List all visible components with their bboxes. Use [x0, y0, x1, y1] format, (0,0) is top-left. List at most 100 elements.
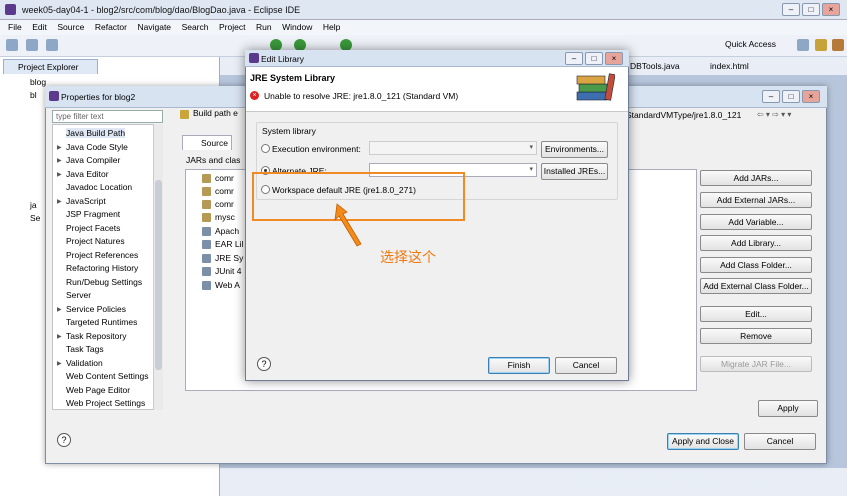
- migrate-jar-button[interactable]: Migrate JAR File...: [700, 356, 812, 372]
- filter-input[interactable]: type filter text: [52, 110, 163, 123]
- tree-item[interactable]: Task Tags: [66, 344, 104, 354]
- list-item[interactable]: JUnit 4: [202, 266, 241, 277]
- tree-item[interactable]: Web Project Settings: [66, 398, 145, 408]
- list-item[interactable]: comr: [202, 173, 234, 184]
- add-external-class-folder-button[interactable]: Add External Class Folder...: [700, 278, 812, 294]
- tree-item[interactable]: Refactoring History: [66, 263, 138, 273]
- add-library-button[interactable]: Add Library...: [700, 235, 812, 251]
- perspective-icon[interactable]: [797, 39, 809, 51]
- menu-window[interactable]: Window: [282, 22, 312, 32]
- expand-arrow-icon[interactable]: ▶: [57, 171, 62, 178]
- list-item[interactable]: EAR Lil: [202, 239, 243, 250]
- print-icon[interactable]: [46, 39, 58, 51]
- cancel-button[interactable]: Cancel: [555, 357, 617, 374]
- tree-item[interactable]: Project Natures: [66, 236, 125, 246]
- menu-run[interactable]: Run: [256, 22, 272, 32]
- tree-item[interactable]: Project References: [66, 250, 138, 260]
- eclipse-icon: [5, 4, 16, 15]
- tree-item[interactable]: Targeted Runtimes: [66, 317, 137, 327]
- tree-item[interactable]: Project Facets: [66, 223, 120, 233]
- add-variable-button[interactable]: Add Variable...: [700, 214, 812, 230]
- java-perspective-icon[interactable]: [832, 39, 844, 51]
- close-button[interactable]: ×: [822, 3, 840, 16]
- project-item[interactable]: Se: [30, 213, 40, 223]
- tree-item[interactable]: Web Content Settings: [66, 371, 149, 381]
- editor-tab[interactable]: index.html: [710, 61, 749, 71]
- expand-arrow-icon[interactable]: ▶: [57, 198, 62, 205]
- menu-edit[interactable]: Edit: [32, 22, 47, 32]
- list-item[interactable]: comr: [202, 186, 234, 197]
- list-item[interactable]: mysc: [202, 212, 235, 223]
- eclipse-icon: [249, 53, 259, 63]
- new-icon[interactable]: [6, 39, 18, 51]
- environments-button[interactable]: Environments...: [541, 141, 608, 158]
- menu-refactor[interactable]: Refactor: [95, 22, 127, 32]
- edit-library-titlebar: Edit Library – □ ×: [245, 50, 629, 67]
- expand-arrow-icon[interactable]: ▶: [57, 306, 62, 313]
- tree-item[interactable]: Java Code Style: [66, 142, 128, 152]
- tree-item[interactable]: Java Build Path: [66, 128, 126, 138]
- tree-item[interactable]: Task Repository: [66, 331, 126, 341]
- save-icon[interactable]: [26, 39, 38, 51]
- menu-search[interactable]: Search: [182, 22, 209, 32]
- installed-jres-button[interactable]: Installed JREs...: [541, 163, 608, 180]
- maximize-button[interactable]: □: [585, 52, 603, 65]
- tab-source[interactable]: Source: [182, 135, 232, 150]
- tree-scrollbar-thumb[interactable]: [155, 180, 162, 370]
- add-external-jars-button[interactable]: Add External JARs...: [700, 192, 812, 208]
- cancel-button[interactable]: Cancel: [744, 433, 816, 450]
- finish-button[interactable]: Finish: [488, 357, 550, 374]
- project-item[interactable]: blog: [30, 77, 46, 87]
- minimize-button[interactable]: –: [782, 3, 800, 16]
- tree-item[interactable]: Web Page Editor: [66, 385, 130, 395]
- menu-bar: File Edit Source Refactor Navigate Searc…: [0, 20, 847, 35]
- execution-environment-radio[interactable]: [261, 144, 270, 153]
- help-icon[interactable]: ?: [57, 433, 71, 447]
- error-message: Unable to resolve JRE: jre1.8.0_121 (Sta…: [264, 91, 459, 101]
- edit-button[interactable]: Edit...: [700, 306, 812, 322]
- project-item[interactable]: bl: [30, 90, 37, 100]
- menu-file[interactable]: File: [8, 22, 22, 32]
- project-explorer-tab[interactable]: Project Explorer: [3, 59, 98, 74]
- expand-arrow-icon[interactable]: ▶: [57, 157, 62, 164]
- list-item[interactable]: JRE Sy: [202, 253, 243, 264]
- menu-help[interactable]: Help: [323, 22, 340, 32]
- expand-arrow-icon[interactable]: ▶: [57, 144, 62, 151]
- list-item[interactable]: Apach: [202, 226, 239, 237]
- menu-project[interactable]: Project: [219, 22, 245, 32]
- tree-item[interactable]: Service Policies: [66, 304, 126, 314]
- menu-source[interactable]: Source: [57, 22, 84, 32]
- tree-item[interactable]: Java Compiler: [66, 155, 120, 165]
- tree-item[interactable]: Server: [66, 290, 91, 300]
- edit-library-heading: JRE System Library: [250, 73, 336, 83]
- help-icon[interactable]: ?: [257, 357, 271, 371]
- tree-item[interactable]: Javadoc Location: [66, 182, 132, 192]
- list-item[interactable]: comr: [202, 199, 234, 210]
- add-class-folder-button[interactable]: Add Class Folder...: [700, 257, 812, 273]
- quick-access-field[interactable]: Quick Access: [725, 39, 776, 49]
- maximize-button[interactable]: □: [782, 90, 800, 103]
- tree-item[interactable]: Validation: [66, 358, 103, 368]
- remove-button[interactable]: Remove: [700, 328, 812, 344]
- expand-arrow-icon[interactable]: ▶: [57, 360, 62, 367]
- tree-item[interactable]: Run/Debug Settings: [66, 277, 142, 287]
- maximize-button[interactable]: □: [802, 3, 820, 16]
- java-ee-perspective-icon[interactable]: [815, 39, 827, 51]
- tree-item[interactable]: Java Editor: [66, 169, 109, 179]
- minimize-button[interactable]: –: [762, 90, 780, 103]
- minimize-button[interactable]: –: [565, 52, 583, 65]
- project-item[interactable]: ja: [30, 200, 37, 210]
- close-button[interactable]: ×: [802, 90, 820, 103]
- add-jars-button[interactable]: Add JARs...: [700, 170, 812, 186]
- tree-item[interactable]: JavaScript: [66, 196, 106, 206]
- close-button[interactable]: ×: [605, 52, 623, 65]
- back-forward-icon[interactable]: ⇦ ▾ ⇨ ▾ ▾: [757, 110, 791, 119]
- apply-button[interactable]: Apply: [758, 400, 818, 417]
- apply-and-close-button[interactable]: Apply and Close: [667, 433, 739, 450]
- editor-tab[interactable]: DBTools.java: [630, 61, 680, 71]
- tree-item[interactable]: JSP Fragment: [66, 209, 120, 219]
- list-item[interactable]: Web A: [202, 280, 240, 291]
- menu-navigate[interactable]: Navigate: [137, 22, 171, 32]
- expand-arrow-icon[interactable]: ▶: [57, 333, 62, 340]
- execution-environment-select[interactable]: ▾: [369, 141, 537, 155]
